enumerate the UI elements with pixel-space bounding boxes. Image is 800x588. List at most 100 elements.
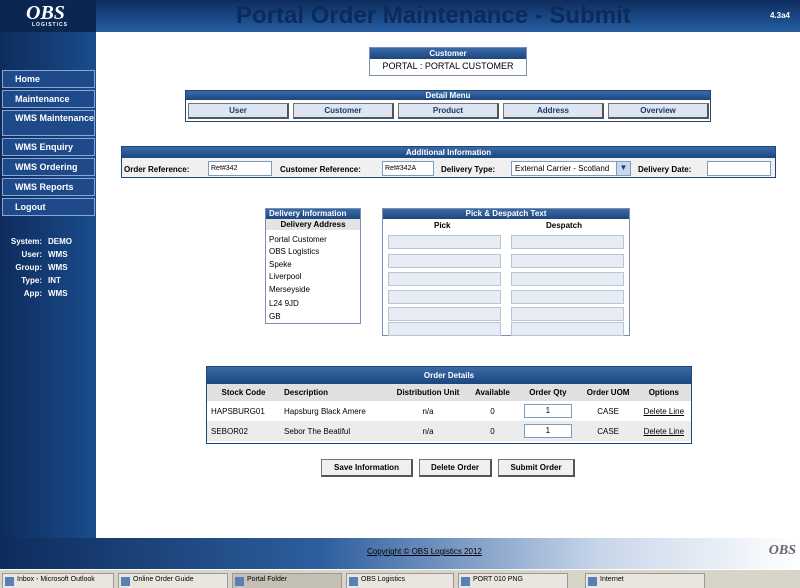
order-details-panel: Order Details Stock Code Description Dis… — [206, 366, 692, 444]
taskbar-item[interactable]: Inbox - Microsoft Outlook — [2, 573, 114, 588]
order-uom-cell: CASE — [597, 406, 620, 416]
order-uom-cell: CASE — [579, 421, 637, 441]
despatch-text-input[interactable] — [511, 307, 624, 321]
stock-code-cell: SEBOR02 — [207, 421, 281, 441]
despatch-text-input[interactable] — [511, 235, 624, 249]
detail-overview-button[interactable]: Overview — [608, 103, 709, 119]
detail-product-button[interactable]: Product — [398, 103, 499, 119]
delivery-info-panel: Delivery Information Delivery Address Po… — [265, 208, 361, 324]
delivery-address-header: Delivery Address — [266, 219, 360, 230]
system-label: System: — [10, 237, 42, 246]
nav-home[interactable]: Home — [2, 70, 95, 88]
window-icon — [349, 577, 358, 586]
app-label: App: — [23, 289, 42, 298]
chevron-down-icon[interactable]: ▼ — [616, 162, 630, 175]
nav-wms-ordering[interactable]: WMS Ordering — [2, 158, 95, 176]
customer-reference-label: Customer Reference: — [280, 165, 361, 174]
detail-user-button[interactable]: User — [188, 103, 289, 119]
detail-address-button[interactable]: Address — [503, 103, 604, 119]
nav-logout[interactable]: Logout — [2, 198, 95, 216]
despatch-text-input[interactable] — [511, 272, 624, 286]
nav-maintenance[interactable]: Maintenance — [2, 90, 95, 108]
window-icon — [235, 577, 244, 586]
main-content: Customer PORTAL : PORTAL CUSTOMER Detail… — [96, 32, 800, 538]
submit-order-button[interactable]: Submit Order — [498, 459, 575, 477]
delete-line-link[interactable]: Delete Line — [644, 427, 684, 436]
type-label: Type: — [21, 276, 42, 285]
detail-menu-header: Detail Menu — [186, 91, 710, 100]
address-line: L24 9JD — [269, 299, 299, 308]
window-icon — [5, 577, 14, 586]
taskbar-item[interactable]: Internet — [585, 573, 705, 588]
address-line: Merseyside — [269, 285, 310, 294]
options-cell: Delete Line — [636, 421, 691, 441]
order-qty-cell: 1 — [516, 401, 580, 421]
order-qty-input[interactable]: 1 — [523, 424, 572, 438]
group-value: WMS — [48, 263, 68, 272]
taskbar-item[interactable]: OBS Logistics — [346, 573, 454, 588]
delivery-type-value: External Carrier - Scotland — [515, 164, 610, 173]
address-line: OBS Logistics — [269, 247, 320, 256]
address-line: Portal Customer — [269, 235, 327, 244]
table-row: SEBOR02 Sebor The Beatiful n/a 0 1 CASE … — [207, 421, 691, 441]
pick-despatch-header: Pick & Despatch Text — [383, 209, 629, 219]
order-reference-input[interactable] — [208, 161, 272, 176]
order-qty-input[interactable]: 1 — [523, 404, 572, 418]
copyright-link[interactable]: Copyright © OBS Logistics 2012 — [367, 547, 482, 556]
system-value: DEMO — [48, 237, 72, 246]
customer-reference-input[interactable] — [382, 161, 434, 176]
column-header: Stock Code — [207, 384, 281, 401]
pick-text-input[interactable] — [388, 307, 501, 321]
delete-order-button[interactable]: Delete Order — [419, 459, 492, 477]
order-details-header: Order Details — [207, 367, 691, 384]
delivery-date-input[interactable] — [707, 161, 771, 176]
delivery-info-header: Delivery Information — [266, 209, 360, 219]
distribution-unit-cell: n/a — [422, 406, 434, 416]
footer: Copyright © OBS Logistics 2012 OBS — [0, 538, 800, 569]
pick-text-input[interactable] — [388, 254, 501, 268]
taskbar-item[interactable]: Online Order Guide — [118, 573, 228, 588]
delivery-type-label: Delivery Type: — [441, 165, 496, 174]
despatch-column-label: Despatch — [546, 221, 583, 230]
window-icon — [121, 577, 130, 586]
order-reference-label: Order Reference: — [124, 165, 190, 174]
available-cell: 0 — [490, 406, 495, 416]
customer-value: PORTAL : PORTAL CUSTOMER — [382, 61, 514, 71]
description-cell: Hapsburg Black Amere — [284, 406, 366, 416]
customer-panel: Customer PORTAL : PORTAL CUSTOMER — [369, 47, 527, 76]
pick-text-input[interactable] — [388, 290, 501, 304]
despatch-text-input[interactable] — [511, 254, 624, 268]
pick-text-input[interactable] — [388, 322, 501, 336]
taskbar-item[interactable]: PORT 010 PNG — [458, 573, 568, 588]
despatch-text-input[interactable] — [511, 290, 624, 304]
address-line: Speke — [269, 260, 292, 269]
additional-info-panel: Additional Information Order Reference: … — [121, 146, 776, 178]
nav-wms-maintenance[interactable]: WMS Maintenance — [2, 110, 95, 136]
taskbar-item[interactable]: Portal Folder — [232, 573, 342, 588]
despatch-text-input[interactable] — [511, 322, 624, 336]
nav-wms-reports[interactable]: WMS Reports — [2, 178, 95, 196]
description-cell: Sebor The Beatiful — [280, 421, 388, 441]
delete-line-link[interactable]: Delete Line — [644, 407, 684, 416]
detail-menu: Detail Menu User Customer Product Addres… — [185, 90, 711, 122]
available-cell: 0 — [468, 421, 517, 441]
pick-text-input[interactable] — [388, 272, 501, 286]
column-header: Available — [468, 384, 517, 401]
obs-logo: OBS LOGISTICS — [0, 0, 96, 32]
pick-despatch-panel: Pick & Despatch Text Pick Despatch — [382, 208, 630, 336]
column-header: Description — [280, 384, 388, 401]
stock-code-cell: HAPSBURG01 — [211, 406, 265, 416]
window-icon — [588, 577, 597, 586]
nav-wms-enquiry[interactable]: WMS Enquiry — [2, 138, 95, 156]
column-header: Options — [636, 384, 691, 401]
detail-customer-button[interactable]: Customer — [293, 103, 394, 119]
additional-info-header: Additional Information — [122, 147, 775, 158]
type-value: INT — [48, 276, 61, 285]
pick-text-input[interactable] — [388, 235, 501, 249]
user-label: User: — [21, 250, 42, 259]
save-information-button[interactable]: Save Information — [321, 459, 413, 477]
delivery-type-select[interactable]: External Carrier - Scotland ▼ — [511, 161, 631, 176]
address-line: GB — [269, 312, 281, 321]
footer-logo: OBS — [768, 543, 796, 558]
pick-column-label: Pick — [434, 221, 451, 230]
